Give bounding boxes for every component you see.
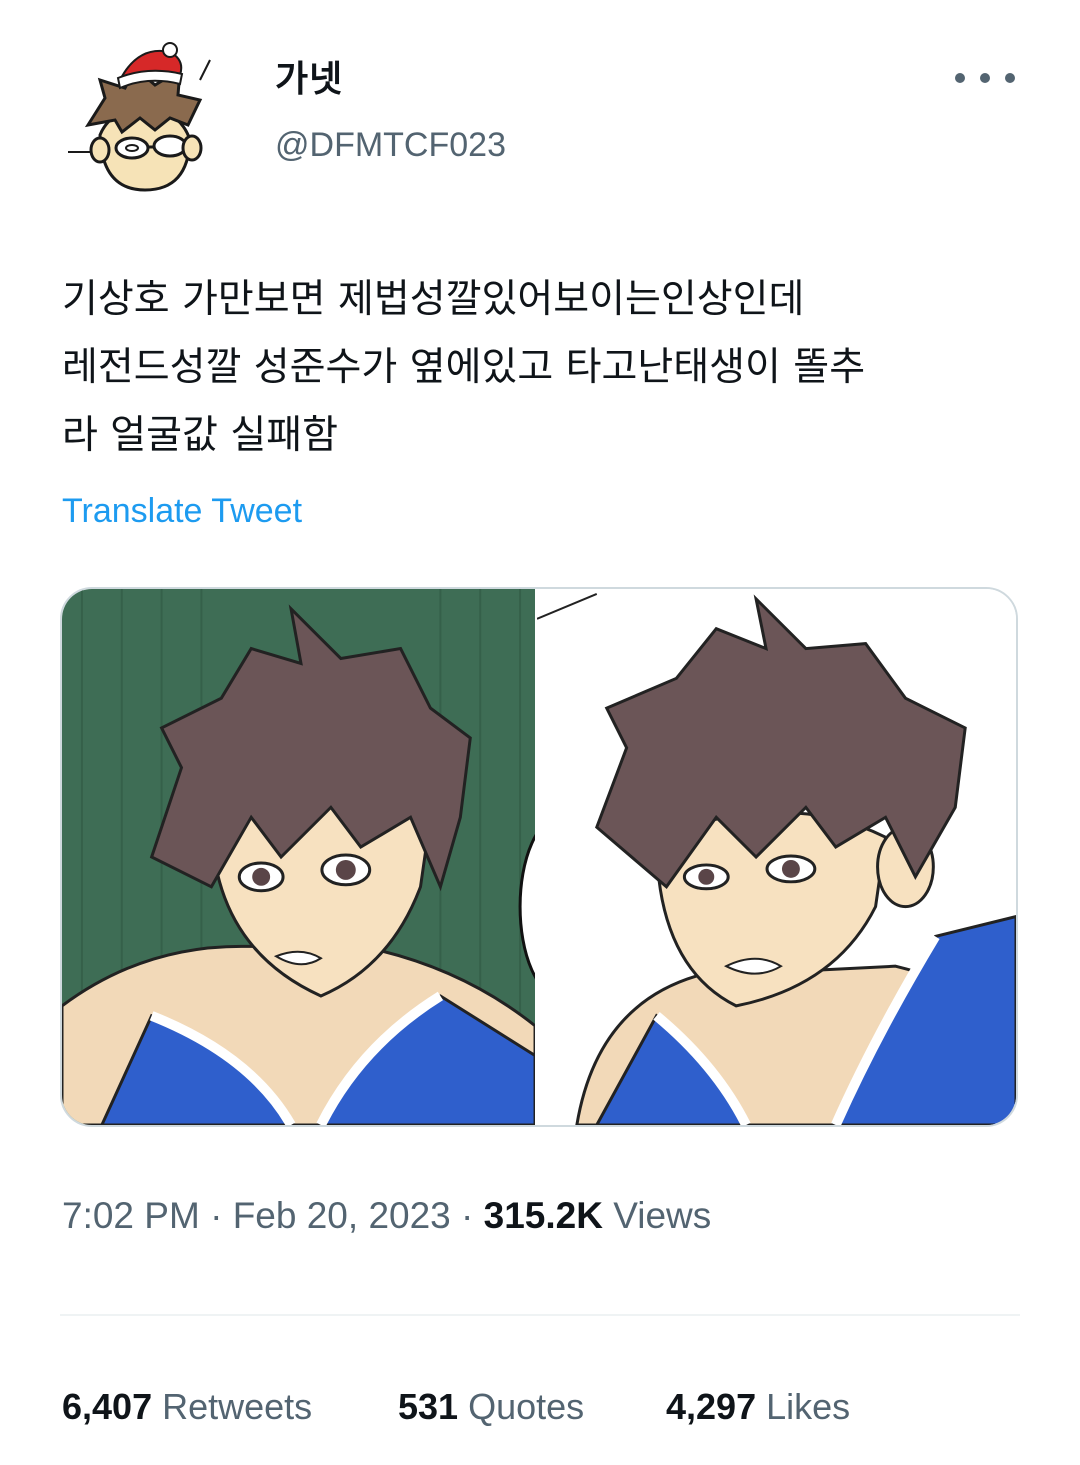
more-dot-icon [980,73,990,83]
quotes-stat[interactable]: 531 Quotes [398,1386,584,1428]
anime-character-image [537,589,1016,1125]
author-avatar[interactable] [60,40,230,210]
retweets-stat[interactable]: 6,407 Retweets [62,1386,312,1428]
translate-tweet-link[interactable]: Translate Tweet [62,492,302,531]
more-dot-icon [1005,73,1015,83]
tweet-metadata: 7:02 PM · Feb 20, 2023 · 315.2K Views [62,1195,711,1237]
likes-label: Likes [766,1386,851,1427]
views-label: Views [613,1195,712,1236]
tweet-date[interactable]: Feb 20, 2023 [233,1195,451,1236]
likes-stat[interactable]: 4,297 Likes [666,1386,850,1428]
tweet-header: 가넷 @DFMTCF023 [0,0,1080,230]
divider [60,1314,1020,1316]
quotes-count: 531 [398,1386,459,1427]
tweet-text: 기상호 가만보면 제법성깔있어보이는인상인데 레전드성깔 성준수가 옆에있고 타… [62,277,866,458]
media-image-right[interactable] [537,589,1016,1125]
retweets-count: 6,407 [62,1386,153,1427]
meta-separator: · [210,1195,223,1236]
more-options-button[interactable] [955,58,1015,98]
views-count: 315.2K [483,1195,603,1236]
author-display-name[interactable]: 가넷 [275,50,343,102]
tweet-time[interactable]: 7:02 PM [62,1195,200,1236]
more-dot-icon [955,73,965,83]
media-image-left[interactable] [62,589,536,1125]
retweets-label: Retweets [162,1386,313,1427]
anime-character-image [62,589,536,1125]
likes-count: 4,297 [666,1386,757,1427]
author-handle[interactable]: @DFMTCF023 [275,126,506,165]
tweet-media [60,587,1018,1127]
quotes-label: Quotes [468,1386,585,1427]
avatar-illustration [60,40,230,210]
meta-separator: · [461,1195,474,1236]
